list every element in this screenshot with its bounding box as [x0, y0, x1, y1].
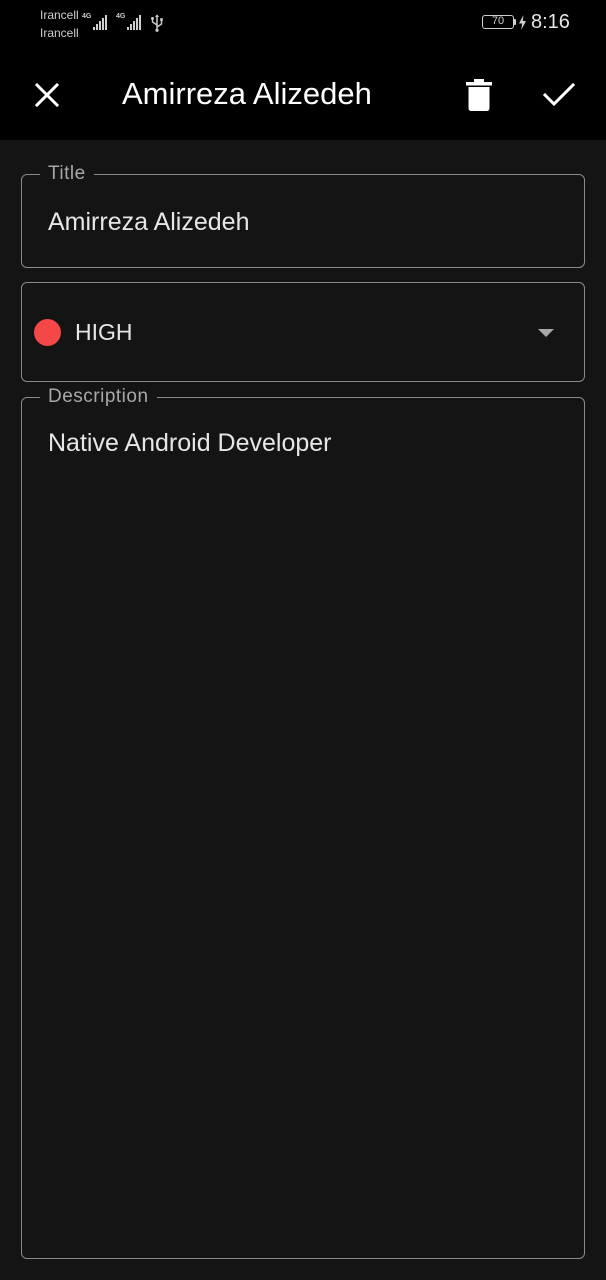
signal-strength-2-icon: 4G [116, 12, 142, 32]
carrier-2-label: Irancell [40, 26, 79, 40]
title-input[interactable]: Amirreza Alizedeh [48, 207, 249, 237]
signal-strength-1-icon: 4G [82, 12, 108, 32]
battery-icon: 70 [482, 15, 514, 29]
description-field-label: Description [40, 386, 157, 408]
close-icon [34, 82, 60, 108]
save-button[interactable] [534, 70, 584, 120]
description-field[interactable]: Description Native Android Developer [21, 386, 585, 1259]
description-input[interactable]: Native Android Developer [48, 428, 332, 458]
close-button[interactable] [22, 70, 72, 120]
title-field[interactable]: Title Amirreza Alizedeh [21, 163, 585, 268]
battery-tip [514, 19, 516, 25]
status-time: 8:16 [531, 11, 570, 33]
title-field-label: Title [40, 163, 94, 185]
dropdown-arrow-icon[interactable] [536, 327, 556, 339]
priority-indicator-dot [34, 319, 61, 346]
carrier-1-label: Irancell [40, 8, 79, 22]
priority-selected-value: HIGH [75, 319, 133, 345]
status-bar: Irancell Irancell 4G 4G 70 8:16 [0, 0, 606, 46]
charging-bolt-icon [519, 15, 526, 30]
check-icon [543, 82, 575, 107]
delete-icon [466, 79, 492, 111]
page-title: Amirreza Alizedeh [122, 76, 372, 111]
battery-level-label: 70 [491, 15, 505, 27]
delete-button[interactable] [454, 70, 504, 120]
priority-dropdown[interactable]: HIGH [21, 282, 585, 382]
usb-icon [151, 14, 163, 32]
app-bar: Amirreza Alizedeh [0, 46, 606, 140]
